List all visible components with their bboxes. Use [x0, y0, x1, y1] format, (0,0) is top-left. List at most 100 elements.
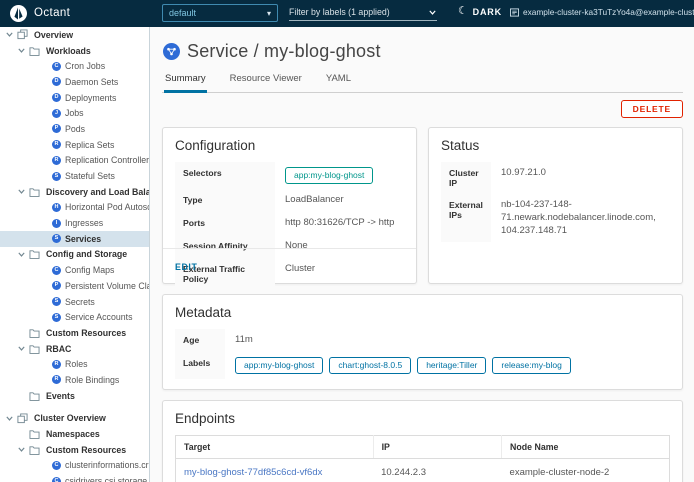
label-chip: chart:ghost-8.0.5 — [329, 357, 411, 374]
sidebar-item-label: Role Bindings — [65, 375, 119, 385]
sidebar-item-label: Persistent Volume Claims — [65, 281, 149, 291]
sidebar-item-stateful-sets[interactable]: SStateful Sets — [0, 168, 149, 184]
metadata-card: Metadata Age 11m Labels app:my-blog-ghos… — [162, 294, 683, 390]
tab-resource-viewer[interactable]: Resource Viewer — [229, 73, 303, 93]
folder-icon — [29, 187, 42, 197]
sidebar-item-label: Custom Resources — [46, 328, 126, 338]
configuration-card: Configuration Selectorsapp:my-blog-ghost… — [162, 127, 417, 284]
resource-icon: C — [52, 62, 61, 71]
resource-icon: R — [52, 375, 61, 384]
chevron-down-icon — [17, 445, 29, 454]
sidebar-item-label: Daemon Sets — [65, 77, 118, 87]
endpoint-target-link[interactable]: my-blog-ghost-77df85c6cd-vf6dx — [184, 467, 322, 478]
sidebar-item-jobs[interactable]: JJobs — [0, 105, 149, 121]
sidebar-item-overview[interactable]: Overview — [0, 27, 149, 43]
sidebar-item-custom-resources[interactable]: Custom Resources — [0, 442, 149, 458]
sidebar-item-horizontal-pod-autoscalers[interactable]: HHorizontal Pod Autoscalers — [0, 200, 149, 216]
property-row: Age 11m — [175, 329, 670, 352]
sidebar-item-ingresses[interactable]: IIngresses — [0, 215, 149, 231]
resource-icon: S — [52, 172, 61, 181]
namespace-value: default — [169, 8, 196, 18]
namespace-dropdown[interactable]: default ▾ — [162, 4, 278, 22]
sidebar-item-config-maps[interactable]: CConfig Maps — [0, 262, 149, 278]
resource-icon: P — [52, 124, 61, 133]
folder-icon — [29, 391, 42, 401]
sidebar-item-label: clusterinformations.crd.projec — [65, 460, 149, 470]
sidebar-item-pods[interactable]: P Pods — [0, 121, 149, 137]
sidebar-item-label: Overview — [34, 30, 73, 40]
sidebar-item-roles[interactable]: RRoles — [0, 356, 149, 372]
tab-summary[interactable]: Summary — [164, 73, 207, 93]
sidebar-item-label: Jobs — [65, 108, 84, 118]
sidebar-item-csidrivers-csi-storage-k8s-io[interactable]: Ccsidrivers.csi.storage.k8s.io — [0, 473, 149, 482]
property-value: LoadBalancer — [275, 189, 344, 212]
table-row: my-blog-ghost-77df85c6cd-vf6dx10.244.2.3… — [176, 459, 670, 482]
cluster-icon — [510, 8, 519, 17]
sidebar-item-label: Pods — [65, 124, 85, 134]
sidebar-item-label: csidrivers.csi.storage.k8s.io — [65, 476, 149, 482]
chevron-down-icon: ▾ — [267, 9, 271, 18]
column-header-target: Target — [176, 436, 374, 459]
sidebar-tree: OverviewWorkloadsCCron JobsDDaemon SetsD… — [0, 27, 149, 482]
sidebar-item-persistent-volume-claims[interactable]: PPersistent Volume Claims — [0, 278, 149, 294]
chevron-down-icon — [17, 250, 29, 259]
sidebar-item-daemon-sets[interactable]: DDaemon Sets — [0, 74, 149, 90]
chevron-down-icon — [428, 8, 437, 17]
sidebar-item-namespaces[interactable]: Namespaces — [0, 426, 149, 442]
sidebar-item-label: Services — [65, 234, 101, 244]
sidebar-item-config-and-storage[interactable]: Config and Storage — [0, 247, 149, 263]
folder-icon — [29, 445, 42, 455]
label-filter-input[interactable]: Filter by labels (1 applied) — [289, 4, 437, 21]
card-title: Endpoints — [175, 411, 670, 426]
dark-mode-toggle[interactable]: ☾ DARK — [458, 6, 502, 17]
property-value: http 80:31626/TCP -> http — [275, 212, 394, 235]
sidebar-item-replica-sets[interactable]: R Replica Sets — [0, 137, 149, 153]
sidebar-item-label: Horizontal Pod Autoscalers — [65, 202, 149, 212]
property-value: nb-104-237-148-71.newark.nodebalancer.li… — [491, 194, 670, 242]
app-name: Octant — [34, 7, 70, 19]
table-header-row: Target IP Node Name — [176, 436, 670, 459]
sidebar-item-label: RBAC — [46, 344, 71, 354]
delete-button[interactable]: DELETE — [621, 100, 683, 118]
label-chip: heritage:Tiller — [417, 357, 486, 374]
sidebar-item-custom-resources[interactable]: Custom Resources — [0, 325, 149, 341]
sidebar-item-label: Replica Sets — [65, 140, 114, 150]
property-key: Labels — [175, 352, 225, 379]
sidebar-item-service-accounts[interactable]: SService Accounts — [0, 309, 149, 325]
sidebar-item-cluster-overview[interactable]: Cluster Overview — [0, 411, 149, 427]
overview-icon — [17, 29, 30, 40]
status-card: Status Cluster IP10.97.21.0External IPsn… — [428, 127, 683, 284]
edit-button[interactable]: EDIT — [175, 262, 197, 272]
labels-list: app:my-blog-ghostchart:ghost-8.0.5herita… — [225, 352, 571, 379]
property-value: 11m — [225, 329, 253, 352]
sidebar-item-workloads[interactable]: Workloads — [0, 43, 149, 59]
chevron-down-icon — [17, 187, 29, 196]
top-card-row: Configuration Selectorsapp:my-blog-ghost… — [162, 127, 683, 284]
sidebar-item-secrets[interactable]: SSecrets — [0, 294, 149, 310]
resource-icon: C — [52, 461, 61, 470]
sidebar-item-role-bindings[interactable]: R Role Bindings — [0, 372, 149, 388]
service-icon — [163, 43, 180, 60]
sidebar-item-label: Secrets — [65, 297, 95, 307]
sidebar-item-services[interactable]: SServices — [0, 231, 149, 247]
sidebar-item-rbac[interactable]: RBAC — [0, 341, 149, 357]
card-title: Status — [441, 138, 670, 153]
sidebar-item-label: Events — [46, 391, 75, 401]
octant-logo-icon — [10, 5, 27, 27]
moon-icon: ☾ — [458, 6, 469, 17]
page-header: Service / my-blog-ghost — [163, 41, 683, 62]
sidebar-item-label: Workloads — [46, 46, 91, 56]
sidebar-item-clusterinformations-crd-projec[interactable]: Cclusterinformations.crd.projec — [0, 458, 149, 474]
sidebar-item-events[interactable]: Events — [0, 388, 149, 404]
property-key: Ports — [175, 212, 275, 235]
folder-icon — [29, 328, 42, 338]
sidebar-item-discovery-and-load-balancing[interactable]: Discovery and Load Balancing — [0, 184, 149, 200]
tab-yaml[interactable]: YAML — [325, 73, 352, 93]
metadata-properties: Age 11m Labels app:my-blog-ghostchart:gh… — [175, 329, 670, 379]
sidebar-item-replication-controllers[interactable]: RReplication Controllers — [0, 153, 149, 169]
sidebar-item-cron-jobs[interactable]: CCron Jobs — [0, 58, 149, 74]
sidebar-item-deployments[interactable]: DDeployments — [0, 90, 149, 106]
resource-icon: R — [52, 140, 61, 149]
context-selector[interactable]: example-cluster-ka3TuTzYo4a@example-clus… — [510, 7, 694, 17]
resource-icon: C — [52, 266, 61, 275]
